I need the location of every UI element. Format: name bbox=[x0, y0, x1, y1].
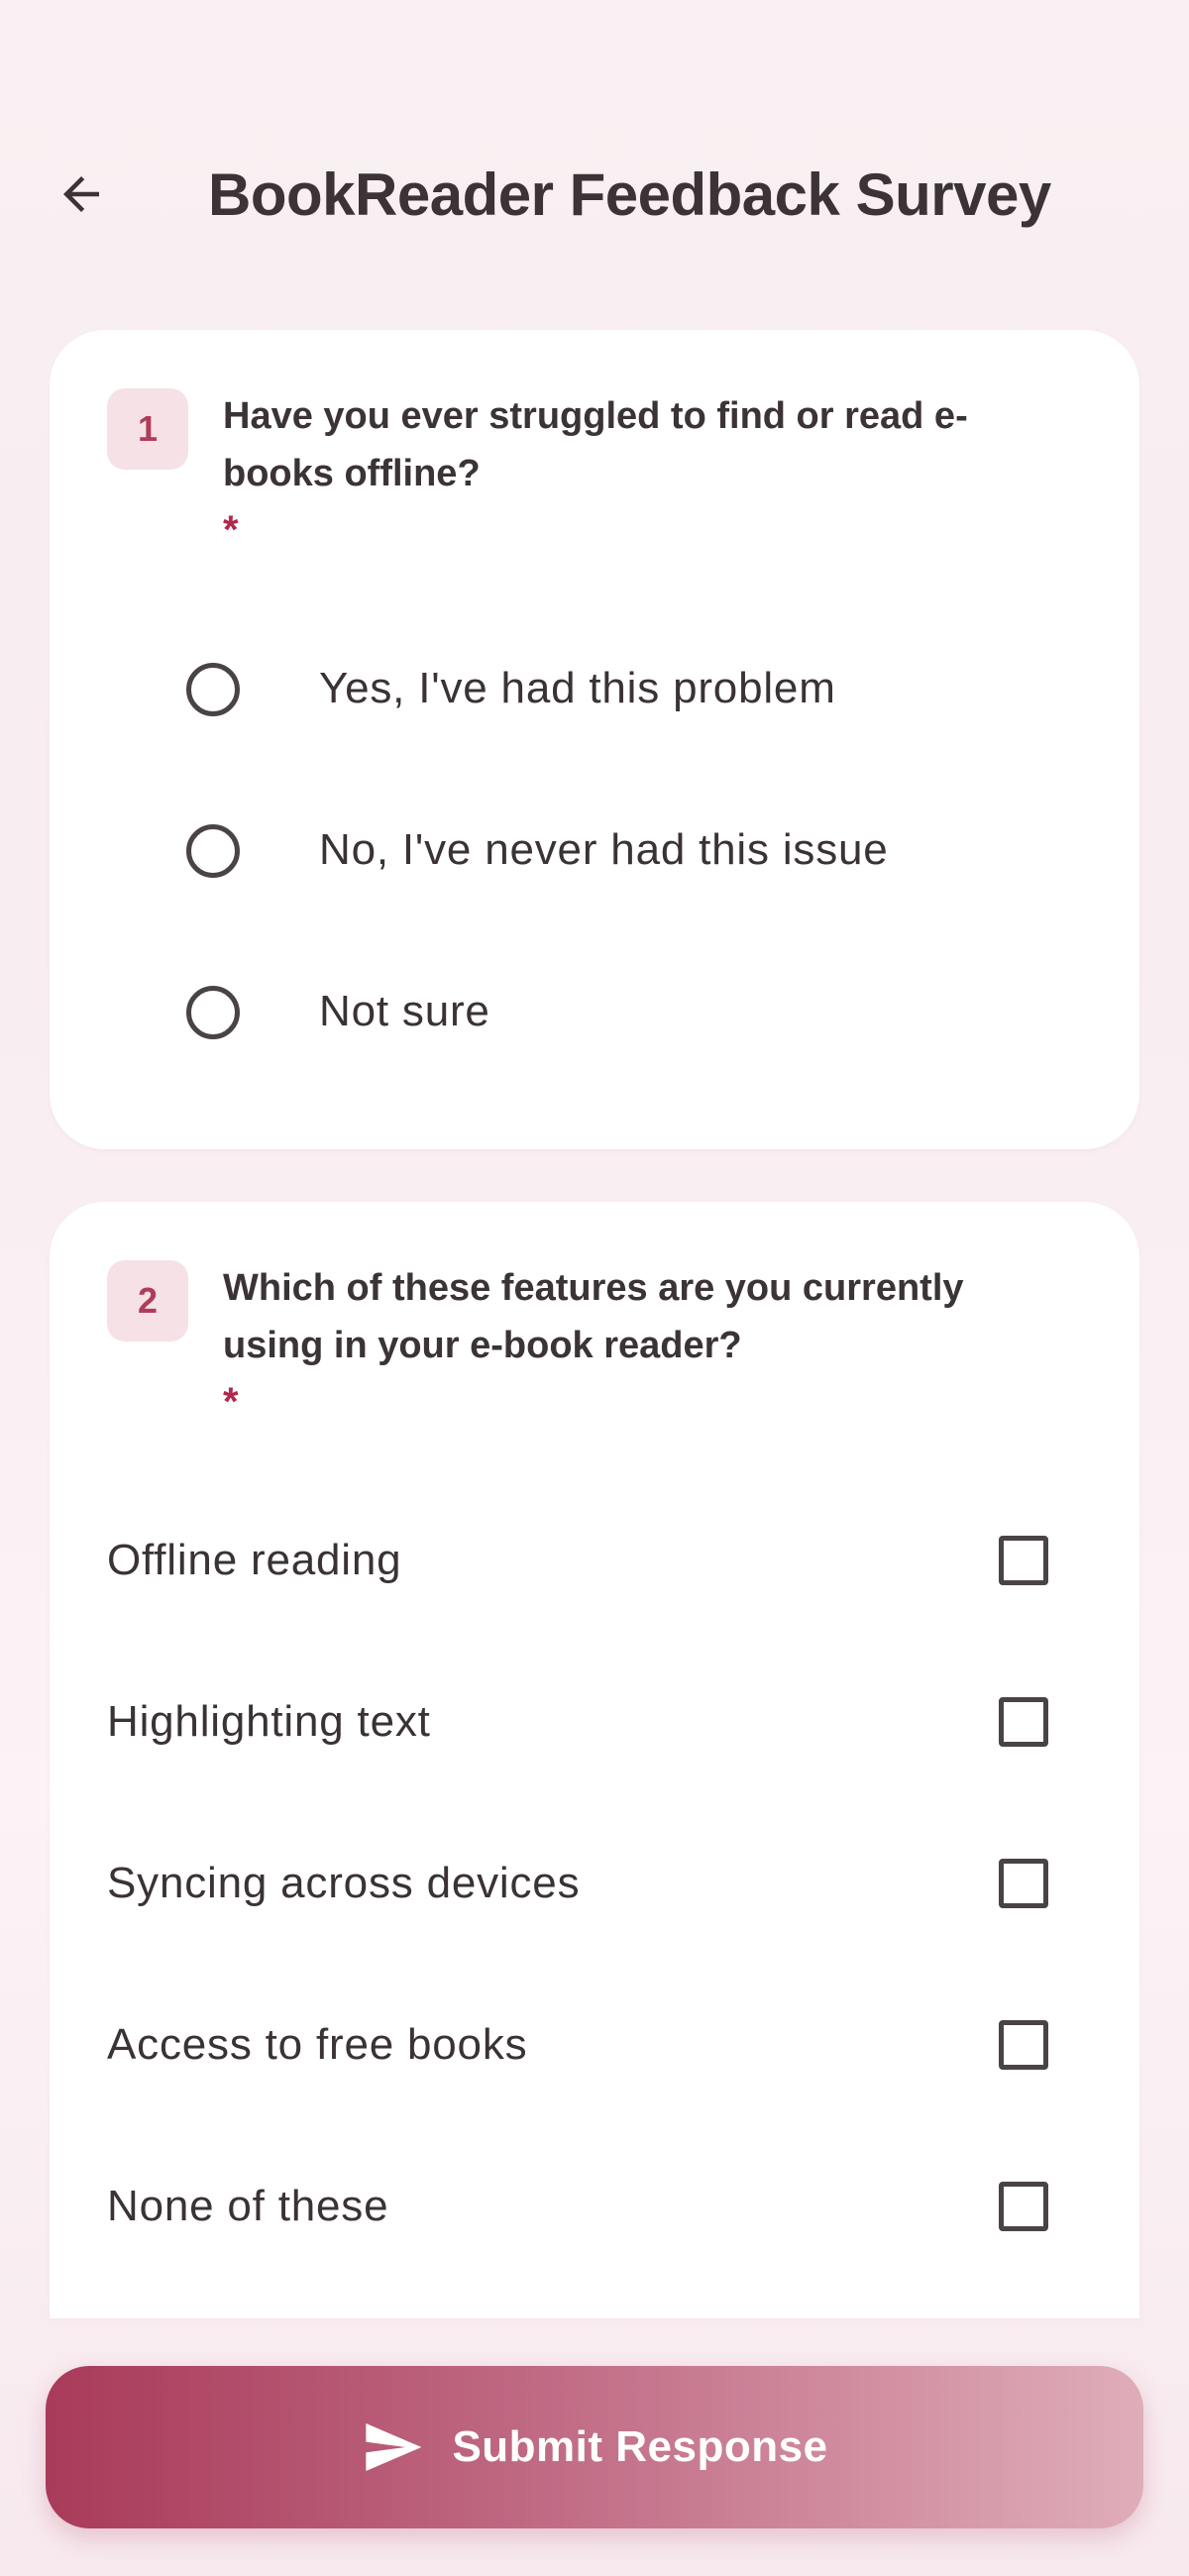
checkbox-option-offline-reading[interactable]: Offline reading bbox=[50, 1491, 1139, 1630]
question-text: Which of these features are you currentl… bbox=[223, 1267, 964, 1366]
submit-response-button[interactable]: Submit Response bbox=[46, 2366, 1143, 2528]
app-header: BookReader Feedback Survey bbox=[0, 0, 1189, 317]
question-card-2: 2 Which of these features are you curren… bbox=[50, 1202, 1139, 2318]
radio-option-label: No, I've never had this issue bbox=[319, 825, 889, 874]
checkbox-option-none[interactable]: None of these bbox=[50, 2137, 1139, 2276]
checkbox-option-label: Syncing across devices bbox=[107, 1859, 581, 1907]
radio-option-label: Yes, I've had this problem bbox=[319, 664, 836, 712]
checkbox[interactable] bbox=[999, 2020, 1048, 2070]
checkbox-option-label: Offline reading bbox=[107, 1536, 402, 1584]
checkbox-option-free-books[interactable]: Access to free books bbox=[50, 1976, 1139, 2114]
checkbox[interactable] bbox=[999, 2182, 1048, 2231]
required-marker: * bbox=[223, 508, 239, 552]
question-card-1: 1 Have you ever struggled to find or rea… bbox=[50, 330, 1139, 1149]
back-button[interactable] bbox=[46, 159, 117, 230]
send-icon bbox=[366, 2423, 422, 2471]
checkbox[interactable] bbox=[999, 1697, 1048, 1747]
checkbox-option-label: Highlighting text bbox=[107, 1697, 431, 1746]
submit-label: Submit Response bbox=[452, 2422, 828, 2471]
required-marker: * bbox=[223, 1380, 239, 1424]
radio-button[interactable] bbox=[186, 824, 240, 878]
checkbox[interactable] bbox=[999, 1536, 1048, 1585]
arrow-left-icon bbox=[63, 176, 99, 212]
checkbox-option-label: None of these bbox=[107, 2182, 389, 2230]
page-title: BookReader Feedback Survey bbox=[208, 161, 1051, 228]
question-text: Have you ever struggled to find or read … bbox=[223, 395, 968, 494]
radio-button[interactable] bbox=[186, 986, 240, 1039]
radio-option-label: Not sure bbox=[319, 987, 490, 1035]
radio-option-yes[interactable]: Yes, I've had this problem bbox=[109, 619, 1080, 758]
question-number-badge: 2 bbox=[107, 1260, 188, 1342]
radio-option-no[interactable]: No, I've never had this issue bbox=[109, 781, 1080, 919]
checkbox[interactable] bbox=[999, 1859, 1048, 1908]
checkbox-option-highlighting-text[interactable]: Highlighting text bbox=[50, 1653, 1139, 1791]
checkbox-option-label: Access to free books bbox=[107, 2020, 528, 2069]
radio-option-not-sure[interactable]: Not sure bbox=[109, 942, 1080, 1081]
radio-button[interactable] bbox=[186, 663, 240, 716]
checkbox-option-syncing[interactable]: Syncing across devices bbox=[50, 1814, 1139, 1953]
question-number-badge: 1 bbox=[107, 388, 188, 470]
